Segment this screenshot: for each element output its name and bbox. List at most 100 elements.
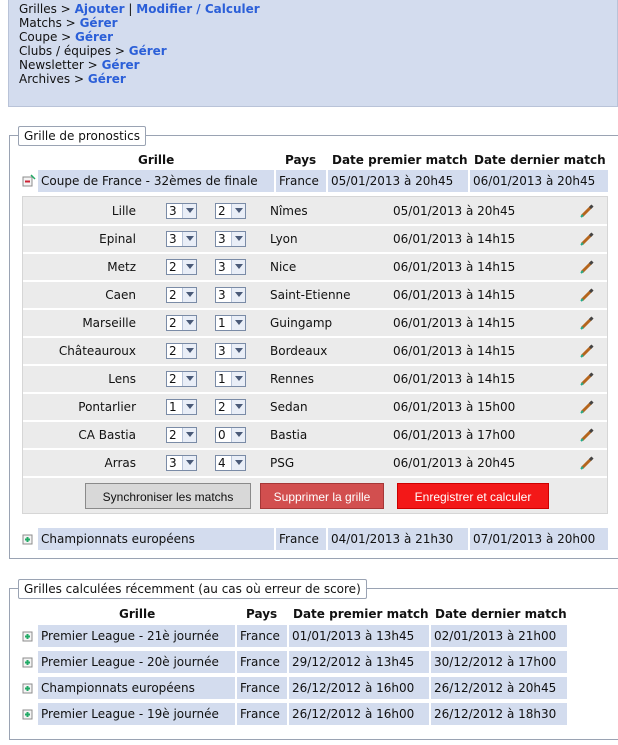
grid-row-coupe-de-france: Coupe de France - 32èmes de finale Franc… bbox=[0, 170, 618, 192]
nav-link-coupe-gerer[interactable]: Gérer bbox=[75, 30, 113, 44]
nav-link-archives-gerer[interactable]: Gérer bbox=[88, 72, 126, 86]
away-score-select[interactable]: 1 bbox=[215, 371, 246, 387]
nav-link-ajouter[interactable]: Ajouter bbox=[75, 2, 125, 16]
pencil-icon[interactable] bbox=[579, 371, 595, 387]
chevron-down-icon[interactable] bbox=[231, 260, 245, 274]
pencil-icon[interactable] bbox=[579, 259, 595, 275]
recent-grid-country: France bbox=[237, 651, 287, 673]
recent-grid-name[interactable]: Premier League - 20è journée bbox=[38, 651, 235, 673]
pencil-icon[interactable] bbox=[579, 427, 595, 443]
row-divider bbox=[23, 364, 607, 366]
chevron-down-icon[interactable] bbox=[231, 204, 245, 218]
recent-grid-row: Premier League - 19è journée France 26/1… bbox=[0, 703, 618, 725]
expand-plus-icon[interactable] bbox=[22, 681, 36, 695]
grid-country: France bbox=[276, 170, 326, 192]
recent-grid-name[interactable]: Championnats européens bbox=[38, 677, 235, 699]
chevron-down-icon[interactable] bbox=[231, 288, 245, 302]
chevron-down-icon[interactable] bbox=[231, 316, 245, 330]
chevron-down-icon[interactable] bbox=[231, 372, 245, 386]
away-score-select[interactable]: 3 bbox=[215, 343, 246, 359]
pencil-icon[interactable] bbox=[579, 455, 595, 471]
nav-link-matchs-gerer[interactable]: Gérer bbox=[80, 16, 118, 30]
home-team: Marseille bbox=[82, 316, 136, 330]
away-team: Bordeaux bbox=[270, 344, 328, 358]
expand-plus-icon[interactable] bbox=[22, 655, 36, 669]
chevron-down-icon[interactable] bbox=[182, 400, 196, 414]
match-date: 06/01/2013 à 14h15 bbox=[393, 316, 516, 330]
match-date: 06/01/2013 à 20h45 bbox=[393, 456, 516, 470]
expand-plus-icon[interactable] bbox=[22, 532, 36, 546]
expand-plus-icon[interactable] bbox=[22, 707, 36, 721]
pencil-icon[interactable] bbox=[579, 399, 595, 415]
chevron-down-icon[interactable] bbox=[182, 344, 196, 358]
nav-link-modifier-calculer[interactable]: Modifier / Calculer bbox=[136, 2, 259, 16]
home-score-select[interactable]: 2 bbox=[166, 287, 197, 303]
home-score-select[interactable]: 2 bbox=[166, 315, 197, 331]
away-score-select[interactable]: 0 bbox=[215, 427, 246, 443]
chevron-down-icon[interactable] bbox=[182, 204, 196, 218]
chevron-down-icon[interactable] bbox=[182, 428, 196, 442]
chevron-down-icon[interactable] bbox=[231, 344, 245, 358]
home-score-select[interactable]: 3 bbox=[166, 231, 197, 247]
away-team: Nice bbox=[270, 260, 297, 274]
match-row: Pontarlier 1 - 2 Sedan 06/01/2013 à 15h0… bbox=[23, 393, 607, 421]
chevron-down-icon[interactable] bbox=[182, 372, 196, 386]
nav-label-grilles: Grilles > bbox=[19, 2, 71, 16]
away-score-select[interactable]: 3 bbox=[215, 259, 246, 275]
home-score-select[interactable]: 1 bbox=[166, 399, 197, 415]
chevron-down-icon[interactable] bbox=[182, 456, 196, 470]
chevron-down-icon[interactable] bbox=[182, 260, 196, 274]
away-team: PSG bbox=[270, 456, 295, 470]
nav-link-clubs-gerer[interactable]: Gérer bbox=[129, 44, 167, 58]
away-score-value: 3 bbox=[218, 288, 226, 302]
away-score-select[interactable]: 1 bbox=[215, 315, 246, 331]
grid-last-date: 06/01/2013 à 20h45 bbox=[470, 170, 608, 192]
away-score-select[interactable]: 2 bbox=[215, 399, 246, 415]
chevron-down-icon[interactable] bbox=[231, 428, 245, 442]
chevron-down-icon[interactable] bbox=[182, 288, 196, 302]
pronostics-legend: Grille de pronostics bbox=[18, 126, 146, 146]
home-score-select[interactable]: 3 bbox=[166, 455, 197, 471]
match-date: 06/01/2013 à 14h15 bbox=[393, 344, 516, 358]
chevron-down-icon[interactable] bbox=[182, 232, 196, 246]
pencil-icon[interactable] bbox=[579, 343, 595, 359]
match-row: Lille 3 - 2 Nîmes 05/01/2013 à 20h45 bbox=[23, 197, 607, 225]
home-score-value: 2 bbox=[169, 428, 177, 442]
pencil-icon[interactable] bbox=[579, 203, 595, 219]
home-team: Pontarlier bbox=[78, 400, 136, 414]
home-score-select[interactable]: 2 bbox=[166, 259, 197, 275]
expand-plus-icon[interactable] bbox=[22, 629, 36, 643]
grid-first-date: 05/01/2013 à 20h45 bbox=[328, 170, 468, 192]
away-score-select[interactable]: 3 bbox=[215, 231, 246, 247]
save-and-calculate-button[interactable]: Enregistrer et calculer bbox=[397, 483, 549, 509]
home-score-select[interactable]: 2 bbox=[166, 427, 197, 443]
recent-grid-first: 29/12/2012 à 13h45 bbox=[289, 651, 429, 673]
collapse-minus-icon[interactable] bbox=[22, 174, 36, 188]
delete-grid-button[interactable]: Supprimer la grille bbox=[260, 483, 384, 509]
recent-grid-name[interactable]: Premier League - 21è journée bbox=[38, 625, 235, 647]
pencil-icon[interactable] bbox=[579, 287, 595, 303]
home-score-select[interactable]: 2 bbox=[166, 371, 197, 387]
chevron-down-icon[interactable] bbox=[182, 316, 196, 330]
away-score-value: 2 bbox=[218, 204, 226, 218]
away-score-select[interactable]: 2 bbox=[215, 203, 246, 219]
row-divider bbox=[23, 392, 607, 394]
nav-line-archives: Archives > Gérer bbox=[19, 72, 607, 86]
sync-matches-button[interactable]: Synchroniser les matchs bbox=[85, 483, 251, 509]
home-score-select[interactable]: 2 bbox=[166, 343, 197, 359]
away-score-select[interactable]: 3 bbox=[215, 287, 246, 303]
nav-line-coupe: Coupe > Gérer bbox=[19, 30, 607, 44]
chevron-down-icon[interactable] bbox=[231, 456, 245, 470]
pencil-icon[interactable] bbox=[579, 315, 595, 331]
chevron-down-icon[interactable] bbox=[231, 400, 245, 414]
home-score-select[interactable]: 3 bbox=[166, 203, 197, 219]
pencil-icon[interactable] bbox=[579, 231, 595, 247]
grid-name[interactable]: Championnats européens bbox=[38, 528, 274, 550]
recent-grid-name[interactable]: Premier League - 19è journée bbox=[38, 703, 235, 725]
grid-name[interactable]: Coupe de France - 32èmes de finale bbox=[38, 170, 274, 192]
nav-link-newsletter-gerer[interactable]: Gérer bbox=[102, 58, 140, 72]
header-date-premier: Date premier match bbox=[332, 153, 468, 167]
match-row: Marseille 2 - 1 Guingamp 06/01/2013 à 14… bbox=[23, 309, 607, 337]
chevron-down-icon[interactable] bbox=[231, 232, 245, 246]
away-score-select[interactable]: 4 bbox=[215, 455, 246, 471]
